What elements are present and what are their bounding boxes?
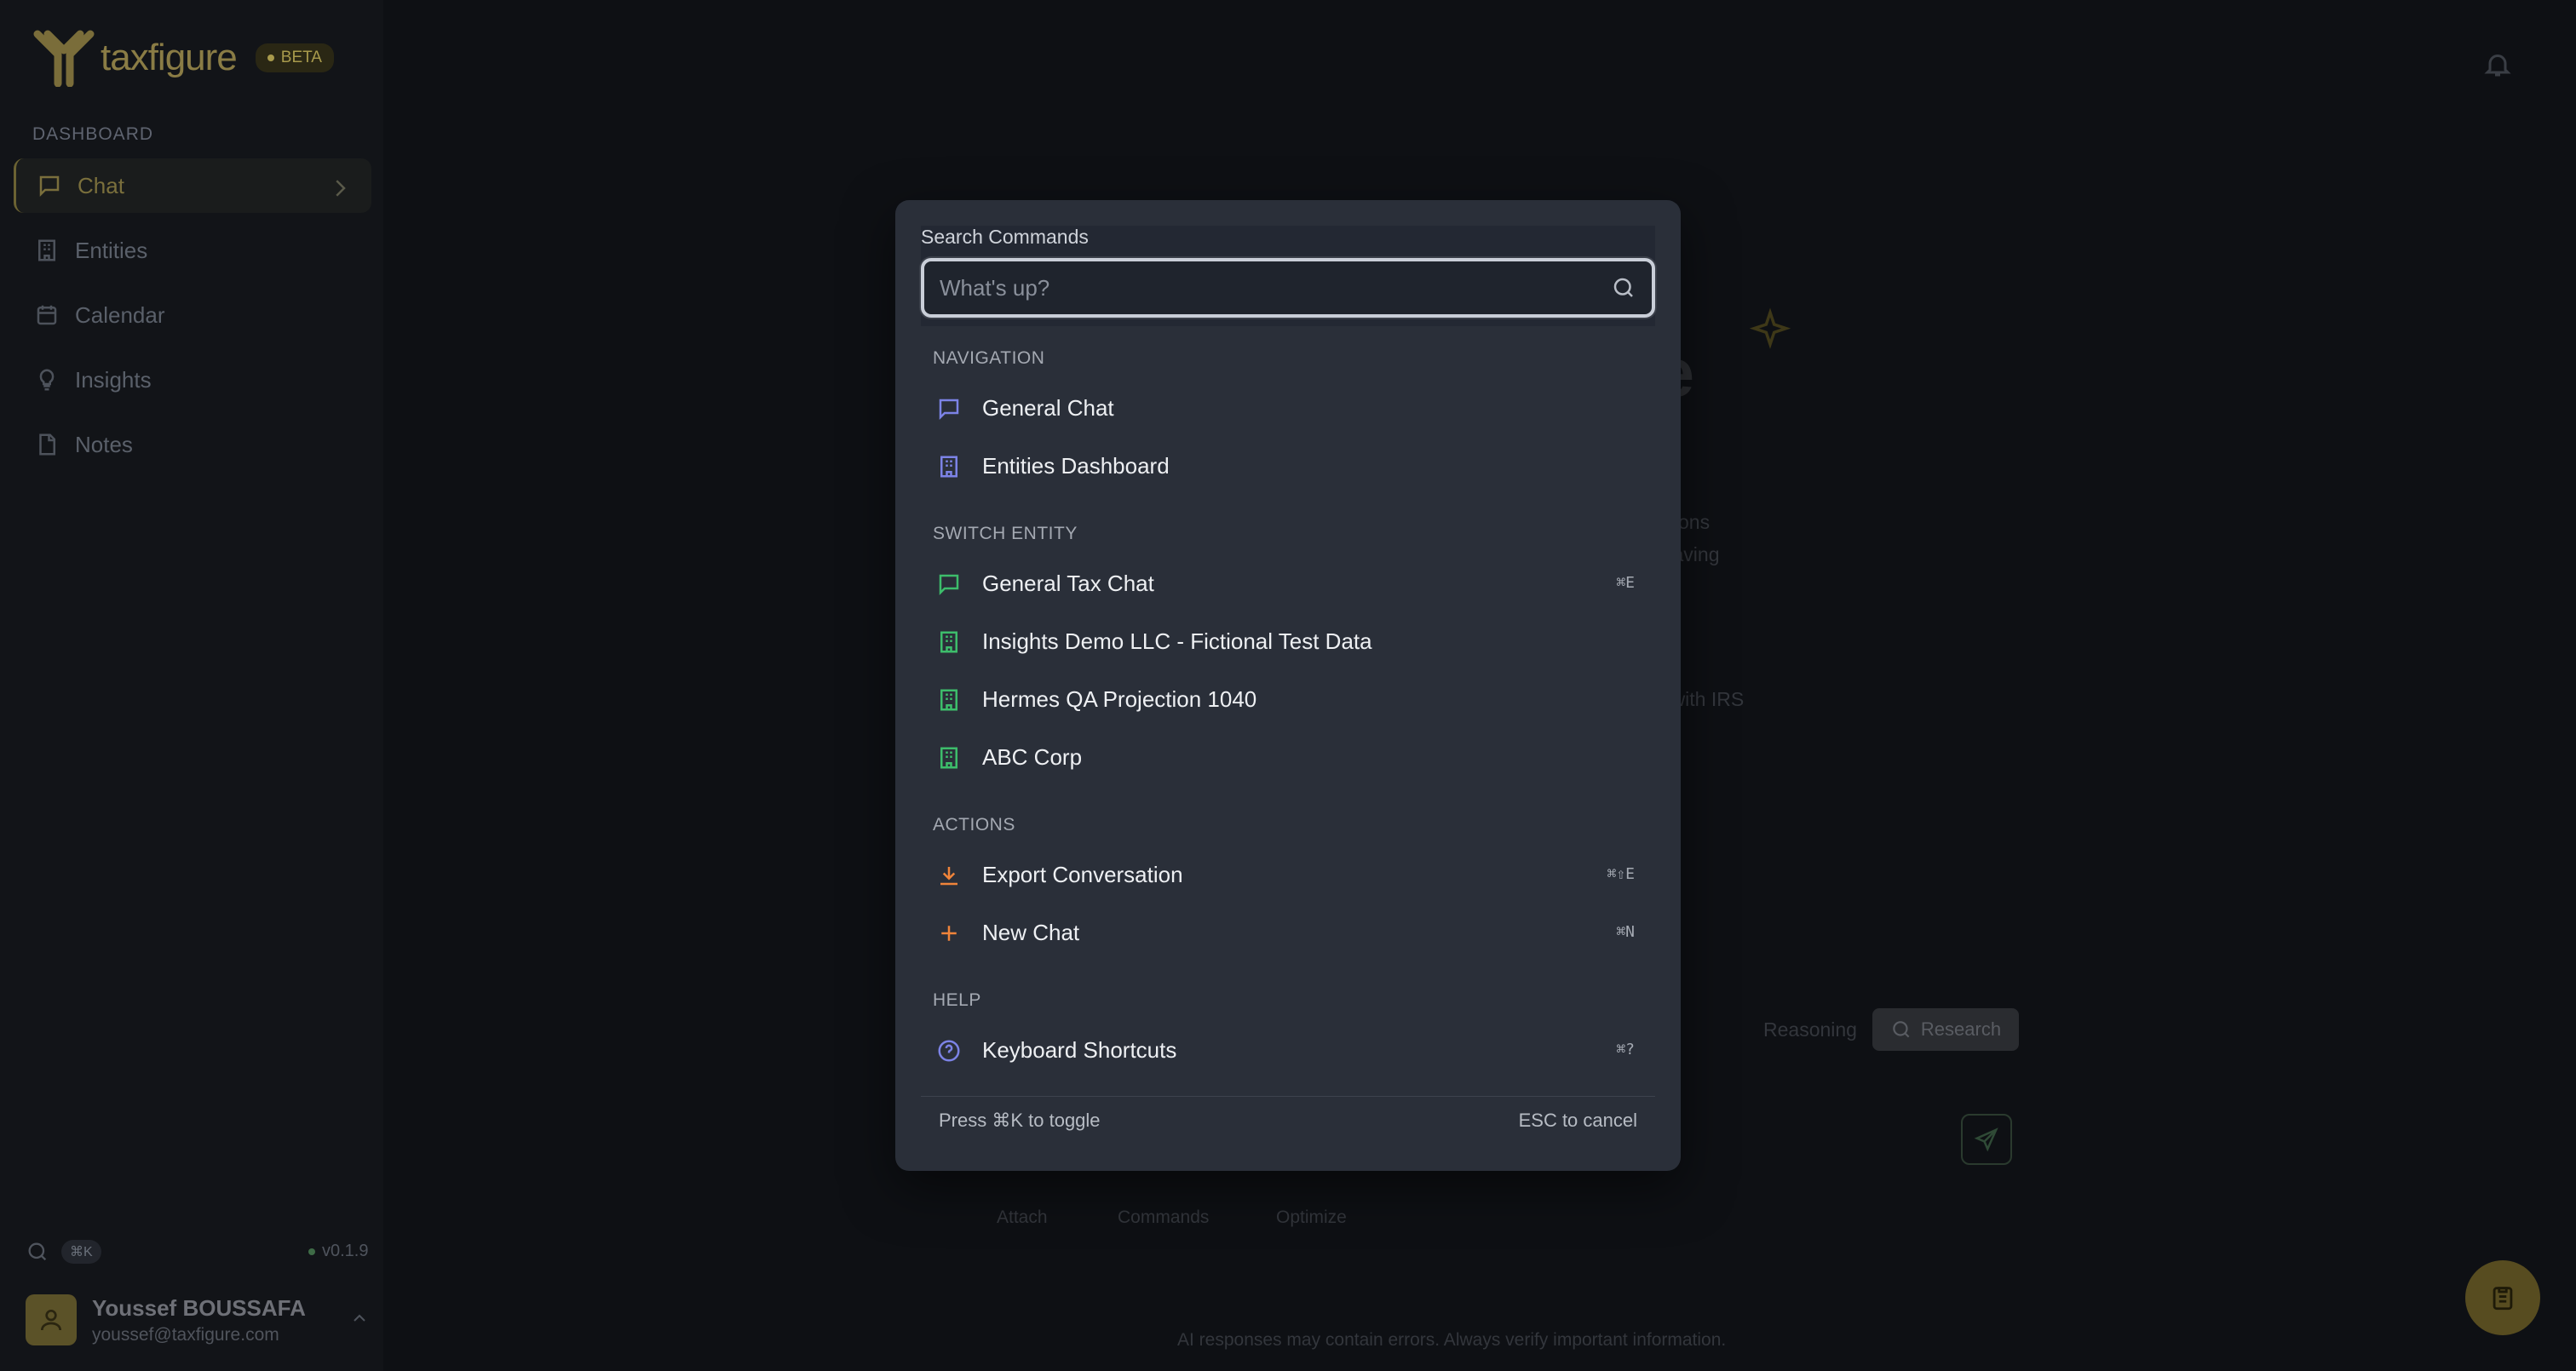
command-search-input[interactable] [940, 261, 1587, 314]
sparkle-icon [1749, 307, 1791, 349]
command-label: Hermes QA Projection 1040 [982, 686, 1257, 712]
brand-name: taxfigure [101, 37, 238, 78]
send-icon [1974, 1127, 1998, 1152]
download-icon [940, 867, 957, 886]
sidebar-item-label: Chat [78, 172, 124, 198]
command-entity-insights-demo[interactable]: Insights Demo LLC - Fictional Test Data [921, 614, 1655, 670]
command-keyboard-shortcuts[interactable]: Keyboard Shortcuts ⌘? [921, 1023, 1655, 1079]
help-circle-icon [938, 1040, 960, 1062]
chat-bubble-icon [939, 399, 959, 421]
beta-badge: BETA [255, 43, 334, 72]
clipboard-fab-button[interactable] [2465, 1260, 2540, 1335]
sidebar-item-insights[interactable]: Insights [14, 353, 371, 407]
version-label: v0.1.9 [322, 1242, 369, 1260]
sidebar-item-label: Entities [75, 237, 148, 263]
command-new-chat[interactable]: New Chat ⌘N [921, 905, 1655, 961]
search-icon [1893, 1021, 1910, 1038]
building-icon [940, 747, 957, 769]
group-label-switch-entity: SWITCH ENTITY [933, 524, 1078, 543]
search-label: Search Commands [921, 226, 1089, 248]
beta-label: BETA [280, 49, 322, 66]
sidebar-item-notes[interactable]: Notes [14, 417, 371, 472]
chat-bubble-icon [939, 574, 959, 596]
sidebar-item-label: Insights [75, 366, 152, 393]
taxfigure-logo-icon [33, 30, 95, 87]
command-label: Export Conversation [982, 862, 1183, 887]
sidebar-section-label: DASHBOARD [32, 124, 154, 144]
hero-line-1: ons [1678, 511, 1711, 533]
command-entities-dashboard[interactable]: Entities Dashboard [921, 439, 1655, 495]
building-icon [940, 631, 957, 653]
command-label: Insights Demo LLC - Fictional Test Data [982, 628, 1372, 654]
command-entity-hermes-qa[interactable]: Hermes QA Projection 1040 [921, 672, 1655, 728]
search-icon [28, 1242, 47, 1261]
sidebar-item-calendar[interactable]: Calendar [14, 288, 371, 342]
user-profile[interactable]: Youssef BOUSSAFA youssef@taxfigure.com [26, 1294, 306, 1345]
app-version: v0.1.9 [308, 1242, 368, 1261]
ai-disclaimer: AI responses may contain errors. Always … [1177, 1330, 1727, 1350]
send-button[interactable] [1961, 1114, 2012, 1165]
command-palette: Search Commands NAVIGATION General Chat … [895, 200, 1681, 1171]
research-label: Research [1920, 1018, 2002, 1040]
palette-cancel-hint: ESC to cancel [1518, 1110, 1637, 1131]
command-label: General Tax Chat [982, 571, 1154, 596]
sidebar-item-chat[interactable]: Chat [14, 158, 371, 213]
chat-bubble-icon [39, 175, 60, 198]
clipboard-icon [2493, 1287, 2513, 1311]
command-search: Search Commands [921, 226, 1655, 326]
commands-button[interactable]: Commands [1118, 1208, 1209, 1228]
lightbulb-icon [39, 369, 55, 391]
building-icon [940, 456, 957, 478]
brand-logo[interactable]: taxfigure BETA [32, 29, 334, 87]
beta-dot-icon [267, 54, 274, 61]
user-info: Youssef BOUSSAFA youssef@taxfigure.com [92, 1295, 306, 1345]
group-label-help: HELP [933, 990, 981, 1010]
command-shortcut: ⌘N [1616, 923, 1635, 941]
avatar [26, 1294, 77, 1345]
sidebar: taxfigure BETA DASHBOARD Chat Entities C… [0, 0, 383, 1371]
command-label: Keyboard Shortcuts [982, 1037, 1177, 1063]
sidebar-item-label: Notes [75, 431, 133, 457]
attach-button[interactable]: Attach [997, 1208, 1048, 1228]
mode-reasoning[interactable]: Reasoning [1763, 1018, 1857, 1041]
sidebar-item-entities[interactable]: Entities [14, 223, 371, 278]
search-box [921, 258, 1655, 318]
user-email: youssef@taxfigure.com [92, 1324, 279, 1345]
command-general-chat[interactable]: General Chat [921, 381, 1655, 437]
chevron-up-icon[interactable] [349, 1308, 370, 1328]
command-label: Entities Dashboard [982, 453, 1170, 479]
sidebar-item-label: Calendar [75, 301, 165, 328]
research-mode-button[interactable]: Research [1872, 1008, 2019, 1051]
command-label: ABC Corp [982, 744, 1083, 770]
command-label: New Chat [982, 920, 1080, 945]
building-icon [38, 239, 55, 261]
sidebar-search-button[interactable]: ⌘K [26, 1240, 101, 1264]
group-label-actions: ACTIONS [933, 815, 1015, 835]
user-icon [41, 1310, 61, 1331]
command-label: General Chat [982, 395, 1114, 421]
command-shortcut: ⌘⇧E [1607, 865, 1635, 883]
search-icon [1613, 278, 1633, 297]
command-export-conversation[interactable]: Export Conversation ⌘⇧E [921, 847, 1655, 903]
user-name: Youssef BOUSSAFA [92, 1294, 306, 1321]
plus-icon [941, 926, 957, 941]
command-general-tax-chat[interactable]: General Tax Chat ⌘E [921, 556, 1655, 612]
note-icon [39, 433, 55, 456]
command-entity-abc-corp[interactable]: ABC Corp [921, 730, 1655, 786]
calendar-icon [37, 305, 57, 325]
group-label-navigation: NAVIGATION [933, 348, 1045, 368]
search-shortcut-chip: ⌘K [61, 1240, 101, 1264]
building-icon [940, 689, 957, 711]
palette-divider [921, 1096, 1655, 1097]
chevron-right-icon [336, 180, 346, 197]
command-shortcut: ⌘E [1616, 574, 1635, 592]
command-shortcut: ⌘? [1616, 1041, 1635, 1058]
optimize-button[interactable]: Optimize [1276, 1208, 1347, 1228]
notification-bell-icon[interactable] [2482, 49, 2513, 80]
status-dot-icon [308, 1248, 315, 1255]
palette-toggle-hint: Press ⌘K to toggle [939, 1110, 1101, 1131]
